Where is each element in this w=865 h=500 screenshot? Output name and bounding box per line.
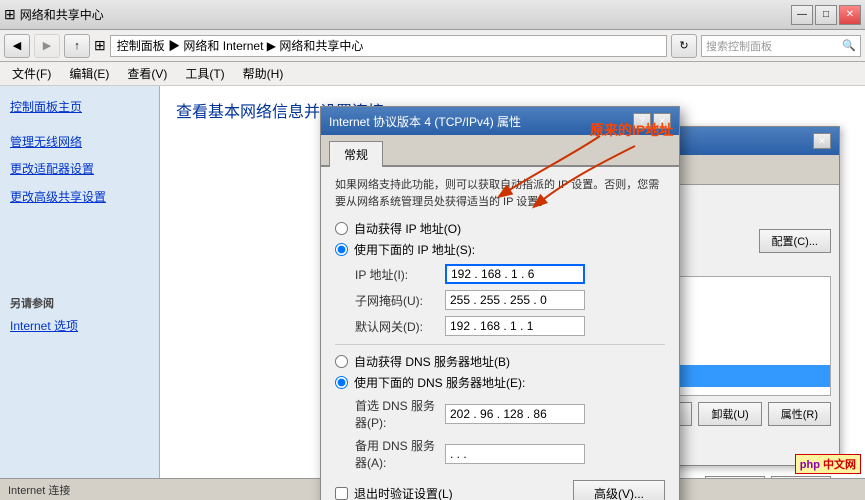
primary-dns-input[interactable]: 202 . 96 . 128 . 86 <box>445 404 585 424</box>
php-watermark: php 中文网 <box>795 454 861 474</box>
search-icon: 🔍 <box>842 39 856 52</box>
alternate-dns-input[interactable]: . . . <box>445 444 585 464</box>
search-box[interactable]: 搜索控制面板 🔍 <box>701 35 861 57</box>
auto-dns-radio[interactable] <box>335 355 348 368</box>
uninstall-button[interactable]: 卸载(U) <box>698 402 761 426</box>
validate-label: 退出时验证设置(L) <box>354 485 453 500</box>
title-bar: ⊞ 网络和共享中心 — □ ✕ <box>0 0 865 30</box>
window-title: 网络和共享中心 <box>20 6 104 23</box>
auto-dns-row: 自动获得 DNS 服务器地址(B) <box>335 353 665 370</box>
gateway-field-row: 默认网关(D): 192 . 168 . 1 . 1 <box>335 316 665 336</box>
tcpip-title-text: Internet 协议版本 4 (TCP/IPv4) 属性 <box>329 113 521 130</box>
search-placeholder: 搜索控制面板 <box>706 38 772 54</box>
config-button[interactable]: 配置(C)... <box>759 229 831 253</box>
manual-ip-row: 使用下面的 IP 地址(S): <box>335 241 665 258</box>
menu-file[interactable]: 文件(F) <box>4 63 59 84</box>
gateway-label: 默认网关(D): <box>355 318 445 335</box>
validate-checkbox-row: 退出时验证设置(L) <box>335 485 453 500</box>
tcpip-tabs: 常规 <box>321 135 679 167</box>
tcpip-tab-general[interactable]: 常规 <box>329 141 383 167</box>
breadcrumb[interactable]: 控制面板 ▶ 网络和 Internet ▶ 网络和共享中心 <box>110 35 667 57</box>
validate-checkbox[interactable] <box>335 487 348 500</box>
primary-dns-row: 首选 DNS 服务器(P): 202 . 96 . 128 . 86 <box>335 397 665 431</box>
tcpip-info-text: 如果网络支持此功能，则可以获取自动指派的 IP 设置。否则，您需要从网络系统管理… <box>335 177 665 210</box>
adapter-dialog-controls: ✕ <box>813 133 831 149</box>
alternate-dns-label: 备用 DNS 服务器(A): <box>355 437 445 471</box>
menu-bar: 文件(F) 编辑(E) 查看(V) 工具(T) 帮助(H) <box>0 62 865 86</box>
sidebar-internet-options[interactable]: Internet 选项 <box>0 313 159 340</box>
manual-ip-label: 使用下面的 IP 地址(S): <box>354 241 475 258</box>
back-button[interactable]: ◀ <box>4 34 30 58</box>
tcpip-help-button[interactable]: ? <box>633 113 651 129</box>
sidebar-home[interactable]: 控制面板主页 <box>0 94 159 121</box>
close-button[interactable]: ✕ <box>839 5 861 25</box>
refresh-button[interactable]: ↻ <box>671 34 697 58</box>
auto-ip-row: 自动获得 IP 地址(O) <box>335 220 665 237</box>
start-icon: ⊞ <box>94 37 106 54</box>
ip-radio-group: 自动获得 IP 地址(O) 使用下面的 IP 地址(S): <box>335 220 665 258</box>
manual-dns-radio[interactable] <box>335 376 348 389</box>
address-bar: ◀ ▶ ↑ ⊞ 控制面板 ▶ 网络和 Internet ▶ 网络和共享中心 ↻ … <box>0 30 865 62</box>
ip-field-row: IP 地址(I): 192 . 168 . 1 . 6 <box>335 264 665 284</box>
sidebar-sharing[interactable]: 更改高级共享设置 <box>0 184 159 211</box>
primary-dns-label: 首选 DNS 服务器(P): <box>355 397 445 431</box>
menu-view[interactable]: 查看(V) <box>119 63 175 84</box>
title-bar-left: ⊞ 网络和共享中心 <box>4 6 104 23</box>
subnet-field-row: 子网掩码(U): 255 . 255 . 255 . 0 <box>335 290 665 310</box>
forward-button[interactable]: ▶ <box>34 34 60 58</box>
divider <box>335 344 665 345</box>
up-button[interactable]: ↑ <box>64 34 90 58</box>
subnet-label: 子网掩码(U): <box>355 292 445 309</box>
sidebar-footer-label: 另请参阅 <box>0 291 159 313</box>
manual-ip-radio[interactable] <box>335 243 348 256</box>
minimize-button[interactable]: — <box>791 5 813 25</box>
auto-dns-label: 自动获得 DNS 服务器地址(B) <box>354 353 510 370</box>
tcpip-close-button[interactable]: ✕ <box>653 113 671 129</box>
auto-ip-radio[interactable] <box>335 222 348 235</box>
manual-dns-row: 使用下面的 DNS 服务器地址(E): <box>335 374 665 391</box>
tcpip-controls: ? ✕ <box>633 113 671 129</box>
tcpip-title: Internet 协议版本 4 (TCP/IPv4) 属性 ? ✕ <box>321 107 679 135</box>
tcpip-dialog: Internet 协议版本 4 (TCP/IPv4) 属性 ? ✕ 常规 如果网… <box>320 106 680 500</box>
main-area: 控制面板主页 管理无线网络 更改适配器设置 更改高级共享设置 另请参阅 Inte… <box>0 86 865 500</box>
status-text: Internet 连接 <box>8 482 70 498</box>
ip-input[interactable]: 192 . 168 . 1 . 6 <box>445 264 585 284</box>
menu-tools[interactable]: 工具(T) <box>177 63 232 84</box>
manual-dns-label: 使用下面的 DNS 服务器地址(E): <box>354 374 525 391</box>
advanced-button[interactable]: 高级(V)... <box>573 480 665 500</box>
sidebar: 控制面板主页 管理无线网络 更改适配器设置 更改高级共享设置 另请参阅 Inte… <box>0 86 160 500</box>
app-icon: ⊞ <box>4 6 16 23</box>
maximize-button[interactable]: □ <box>815 5 837 25</box>
tcpip-body: 如果网络支持此功能，则可以获取自动指派的 IP 设置。否则，您需要从网络系统管理… <box>321 167 679 500</box>
alternate-dns-row: 备用 DNS 服务器(A): . . . <box>335 437 665 471</box>
php-text: php <box>800 459 820 471</box>
sidebar-wireless[interactable]: 管理无线网络 <box>0 129 159 156</box>
title-bar-controls: — □ ✕ <box>791 5 861 25</box>
menu-edit[interactable]: 编辑(E) <box>61 63 117 84</box>
menu-help[interactable]: 帮助(H) <box>235 63 292 84</box>
props-button[interactable]: 属性(R) <box>768 402 831 426</box>
sidebar-adapter[interactable]: 更改适配器设置 <box>0 156 159 183</box>
gateway-input[interactable]: 192 . 168 . 1 . 1 <box>445 316 585 336</box>
breadcrumb-text: 控制面板 ▶ 网络和 Internet ▶ 网络和共享中心 <box>117 37 364 54</box>
dns-radio-group: 自动获得 DNS 服务器地址(B) 使用下面的 DNS 服务器地址(E): <box>335 353 665 391</box>
subnet-input[interactable]: 255 . 255 . 255 . 0 <box>445 290 585 310</box>
ip-label: IP 地址(I): <box>355 266 445 283</box>
content-area: 查看基本网络信息并设置连接 本地连接 属性 ✕ 常规 网络 共享 📶 amily… <box>160 86 865 500</box>
auto-ip-label: 自动获得 IP 地址(O) <box>354 220 461 237</box>
adapter-close-button[interactable]: ✕ <box>813 133 831 149</box>
chinese-text: 中文网 <box>823 459 856 471</box>
